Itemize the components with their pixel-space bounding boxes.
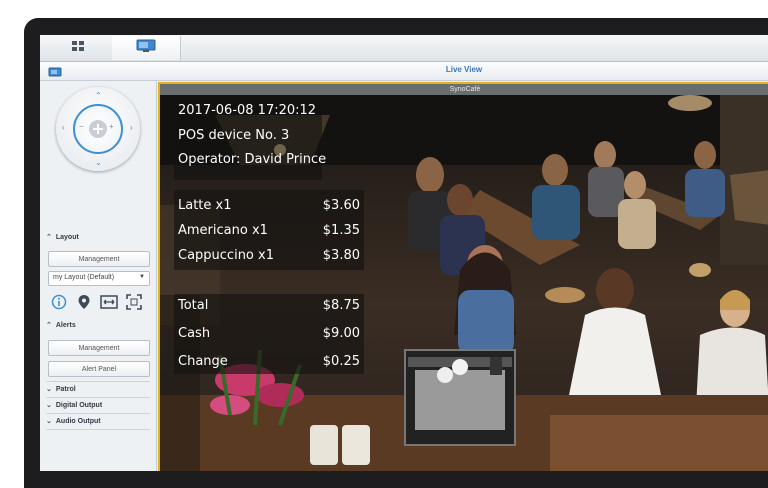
section-audio-output[interactable]: ⌄ Audio Output bbox=[46, 417, 101, 425]
chevron-up-icon: ⌃ bbox=[46, 322, 52, 329]
pos-cash-label: Cash bbox=[178, 326, 211, 341]
chevron-down-icon: ⌄ bbox=[46, 386, 52, 393]
divider bbox=[46, 429, 150, 430]
ptz-zoom-ring[interactable]: − + bbox=[73, 104, 123, 154]
app-tab-bar bbox=[40, 35, 768, 62]
pos-item-price: $3.60 bbox=[322, 198, 360, 213]
ptz-control-pad[interactable]: ⌃ ⌄ ‹ › − + bbox=[56, 87, 140, 171]
ptz-up-arrow-icon[interactable]: ⌃ bbox=[95, 92, 102, 100]
layout-select[interactable]: my Layout (Default) ▼ bbox=[48, 271, 150, 286]
grid-icon bbox=[71, 39, 85, 57]
pos-device: POS device No. 3 bbox=[178, 128, 290, 143]
alerts-management-button[interactable]: Management bbox=[48, 340, 150, 356]
page-title: Live View bbox=[445, 65, 483, 74]
section-digital-output[interactable]: ⌄ Digital Output bbox=[46, 401, 102, 409]
info-icon[interactable] bbox=[50, 293, 68, 311]
pos-total-value: $8.75 bbox=[322, 298, 360, 313]
surveillance-app-window: Live View ⌃ ⌄ ‹ › − + ⌃ Layout Management… bbox=[40, 35, 768, 471]
layout-management-button[interactable]: Management bbox=[48, 251, 150, 267]
alert-panel-button[interactable]: Alert Panel bbox=[48, 361, 150, 377]
pos-total-label: Total bbox=[178, 298, 209, 313]
pos-item-price: $1.35 bbox=[322, 223, 360, 238]
camera-view[interactable]: SynoCafé 2017-06-08 17:20:12 POS device … bbox=[158, 82, 768, 471]
camera-name: SynoCafé bbox=[160, 84, 768, 95]
chevron-down-icon: ▼ bbox=[139, 274, 145, 280]
ptz-right-arrow-icon[interactable]: › bbox=[130, 124, 133, 132]
chevron-down-icon: ⌄ bbox=[46, 402, 52, 409]
chevron-up-icon: ⌃ bbox=[46, 234, 52, 241]
divider bbox=[46, 413, 150, 414]
section-layout[interactable]: ⌃ Layout bbox=[46, 233, 79, 241]
camera-monitor-icon bbox=[136, 39, 156, 58]
pos-change-value: $0.25 bbox=[322, 354, 360, 369]
pos-item-name: Cappuccino x1 bbox=[178, 248, 274, 263]
section-patrol[interactable]: ⌄ Patrol bbox=[46, 385, 76, 393]
pos-change-label: Change bbox=[178, 354, 228, 369]
location-pin-icon[interactable] bbox=[75, 293, 93, 311]
pos-item-name: Latte x1 bbox=[178, 198, 232, 213]
tab-overview[interactable] bbox=[44, 36, 113, 60]
fit-width-icon[interactable] bbox=[100, 293, 118, 311]
pos-timestamp: 2017-06-08 17:20:12 bbox=[178, 103, 317, 118]
zoom-in-icon[interactable]: + bbox=[109, 123, 114, 131]
ptz-left-arrow-icon[interactable]: ‹ bbox=[62, 124, 65, 132]
ptz-home-icon[interactable] bbox=[89, 120, 107, 138]
pos-item-name: Americano x1 bbox=[178, 223, 268, 238]
pos-item-price: $3.80 bbox=[322, 248, 360, 263]
tab-live-view[interactable] bbox=[112, 36, 181, 60]
chevron-down-icon: ⌄ bbox=[46, 418, 52, 425]
divider bbox=[46, 381, 150, 382]
divider bbox=[46, 397, 150, 398]
pos-cash-value: $9.00 bbox=[322, 326, 360, 341]
zoom-out-icon[interactable]: − bbox=[79, 123, 84, 131]
window-title-bar: Live View bbox=[40, 62, 768, 81]
fullscreen-icon[interactable] bbox=[125, 293, 143, 311]
section-alerts[interactable]: ⌃ Alerts bbox=[46, 321, 76, 329]
pos-operator: Operator: David Prince bbox=[178, 152, 327, 167]
ptz-down-arrow-icon[interactable]: ⌄ bbox=[95, 159, 102, 167]
sidebar: ⌃ ⌄ ‹ › − + ⌃ Layout Management my Layout… bbox=[40, 81, 157, 471]
layout-tools bbox=[50, 293, 143, 311]
